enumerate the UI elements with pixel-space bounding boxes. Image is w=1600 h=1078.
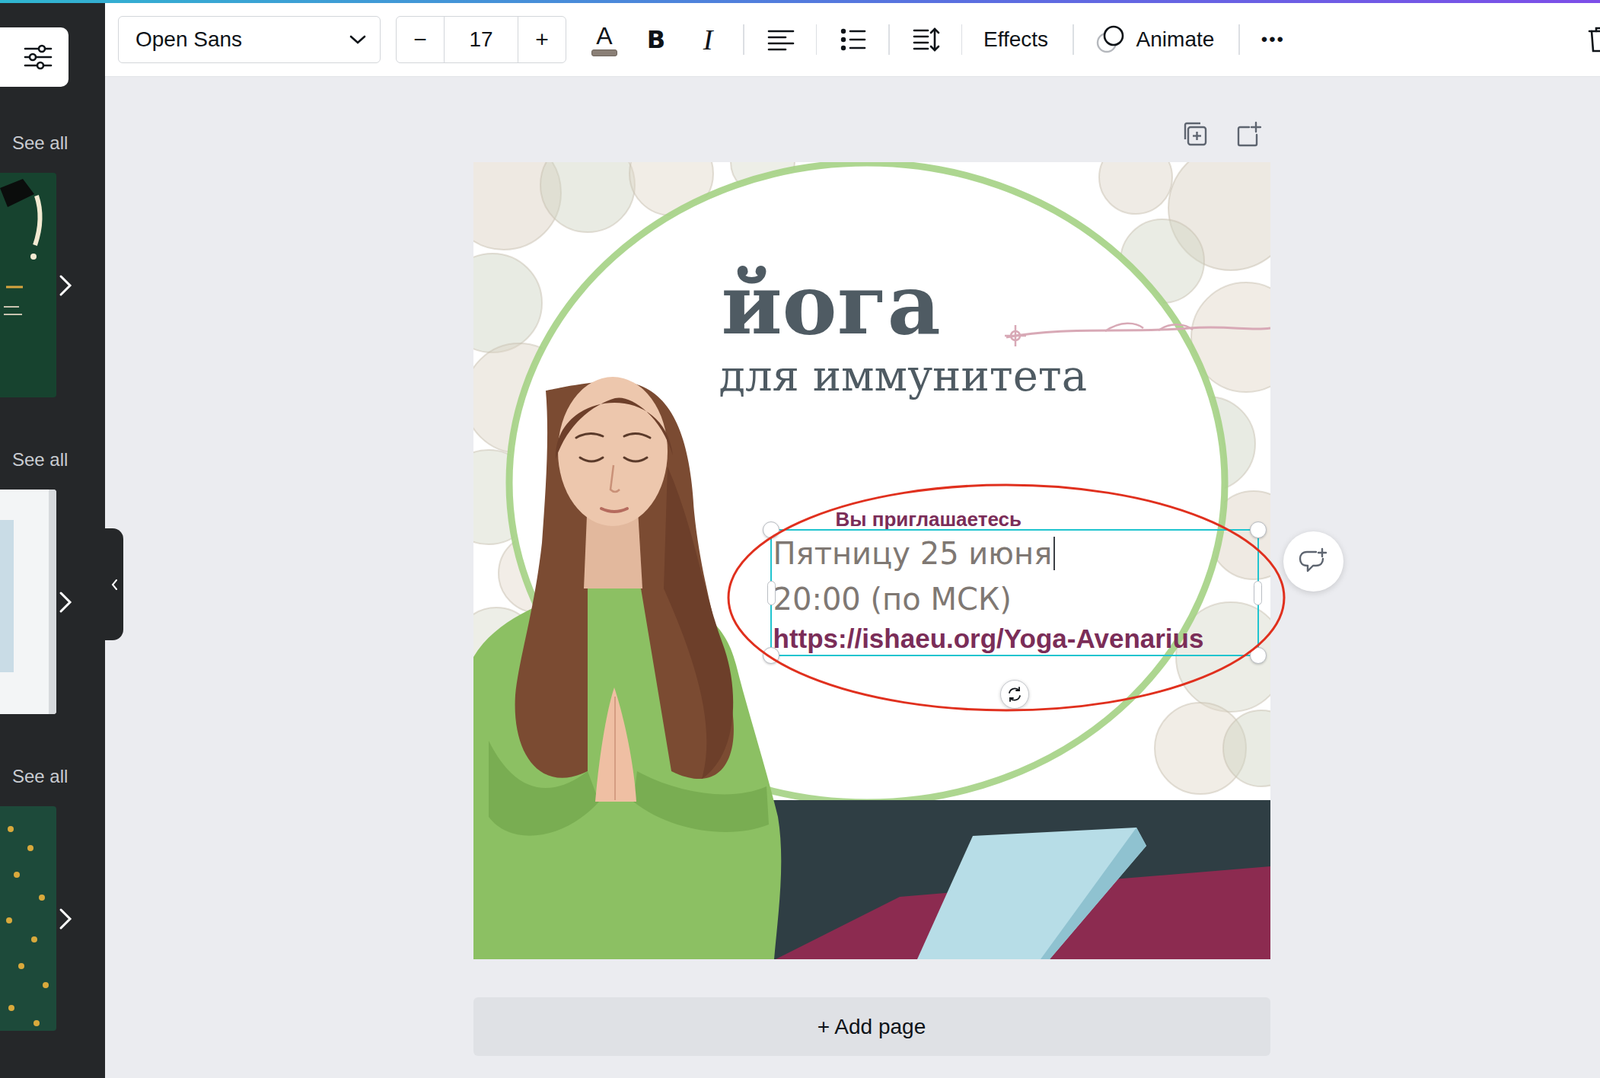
canvas-area: йога для иммунитета Вы приглашаетесьПятниц… bbox=[105, 76, 1600, 1078]
page-tools bbox=[473, 121, 1271, 149]
add-comment-button[interactable] bbox=[1283, 531, 1344, 592]
chevron-right-icon[interactable] bbox=[58, 590, 73, 614]
increase-size-button[interactable]: + bbox=[518, 16, 566, 63]
font-size-control: −17+ bbox=[395, 15, 567, 64]
graduation-thumbnail-icon bbox=[0, 172, 57, 398]
italic-button[interactable]: I bbox=[686, 18, 730, 61]
delete-button[interactable] bbox=[1587, 25, 1600, 54]
template-section: See all bbox=[0, 444, 106, 762]
bold-button[interactable]: B bbox=[634, 18, 678, 61]
sliders-icon bbox=[23, 44, 53, 71]
text-caret bbox=[1053, 536, 1055, 571]
page-wrapper: йога для иммунитета Вы приглашаетесьПятниц… bbox=[473, 162, 1271, 960]
resize-handle[interactable] bbox=[762, 521, 780, 539]
template-thumbnail[interactable] bbox=[0, 489, 57, 714]
toolbar-separator bbox=[742, 24, 745, 55]
side-handle[interactable] bbox=[1253, 580, 1263, 606]
trash-icon bbox=[1587, 25, 1600, 54]
font-dropdown[interactable]: Open Sans bbox=[117, 15, 381, 64]
sidebar: See all See all See all bbox=[0, 3, 106, 1078]
template-thumbnail[interactable] bbox=[0, 806, 57, 1031]
text-toolbar: Open Sans−17+ABIEffectsAnimate••• bbox=[105, 3, 1600, 77]
chevron-right-icon[interactable] bbox=[58, 907, 73, 931]
red-ellipse-annotation bbox=[717, 479, 1296, 716]
see-all-link[interactable]: See all bbox=[0, 761, 106, 792]
event-detail-line[interactable]: 20:00 (по МСК) bbox=[773, 576, 1258, 622]
toolbar-separator bbox=[888, 24, 890, 55]
photo-thumbnail-icon bbox=[0, 489, 57, 714]
design-subtitle[interactable]: для иммунитета bbox=[719, 354, 1088, 398]
toolbar-separator bbox=[815, 24, 818, 55]
chevron-right-icon[interactable] bbox=[58, 274, 73, 297]
thumbnail-row bbox=[0, 806, 106, 1031]
align-button[interactable] bbox=[759, 18, 803, 61]
dots-thumbnail-icon bbox=[0, 806, 57, 1031]
animate-icon bbox=[1095, 25, 1126, 55]
duplicate-icon bbox=[1182, 121, 1208, 147]
side-handle[interactable] bbox=[767, 580, 776, 606]
resize-handle[interactable] bbox=[762, 647, 780, 664]
see-all-link[interactable]: See all bbox=[0, 444, 106, 475]
more-button[interactable]: ••• bbox=[1250, 18, 1296, 61]
template-section: See all bbox=[0, 127, 106, 445]
line-spacing-icon bbox=[912, 26, 941, 53]
add-page-icon-button[interactable] bbox=[1235, 121, 1262, 149]
text-color-button[interactable]: A bbox=[583, 18, 626, 61]
thumbnail-row bbox=[0, 172, 106, 398]
align-left-icon bbox=[767, 28, 795, 51]
filter-button[interactable] bbox=[0, 27, 69, 87]
design-invite-text[interactable]: Вы приглашаетесь bbox=[835, 509, 1022, 530]
rotate-icon bbox=[1006, 685, 1024, 703]
decrease-size-button[interactable]: − bbox=[396, 16, 444, 63]
add-page-button[interactable]: + Add page bbox=[473, 997, 1271, 1056]
toolbar-separator bbox=[1072, 24, 1075, 55]
thumbnail-row bbox=[0, 489, 106, 714]
event-link[interactable]: https://ishaeu.org/Yoga-Avenarius bbox=[773, 621, 1258, 655]
color-bar bbox=[591, 49, 618, 57]
toolbar-separator bbox=[961, 24, 963, 55]
add-page-icon bbox=[1235, 121, 1262, 147]
chevron-down-icon bbox=[349, 34, 367, 45]
editor-main: See allSee allSee allOpen Sans−17+ABIEff… bbox=[0, 3, 1600, 1078]
collapse-sidebar-button[interactable] bbox=[105, 528, 124, 641]
spacing-button[interactable] bbox=[905, 18, 948, 61]
template-section: See all bbox=[0, 761, 106, 1078]
design-page: йога для иммунитета Вы приглашаетесьПятниц… bbox=[473, 162, 1271, 960]
font-size-input[interactable]: 17 bbox=[443, 16, 519, 63]
event-detail-line[interactable]: Пятницу 25 июня bbox=[773, 530, 1258, 577]
toolbar-separator bbox=[1238, 24, 1240, 55]
effects-button[interactable]: Effects bbox=[972, 18, 1059, 61]
see-all-link[interactable]: See all bbox=[0, 127, 106, 159]
comment-plus-icon bbox=[1297, 547, 1329, 577]
rotate-handle[interactable] bbox=[1000, 679, 1030, 709]
selected-text-box[interactable]: Пятницу 25 июня20:00 (по МСК)https://ish… bbox=[771, 530, 1258, 655]
bullet-list-icon bbox=[840, 28, 867, 51]
design-title[interactable]: йога bbox=[721, 263, 941, 346]
chevron-left-icon bbox=[110, 577, 118, 592]
duplicate-page-button[interactable] bbox=[1182, 121, 1208, 149]
template-thumbnail[interactable] bbox=[0, 172, 57, 398]
animate-button[interactable]: Animate bbox=[1084, 18, 1226, 61]
canva-editor: See allSee allSee allOpen Sans−17+ABIEff… bbox=[0, 0, 1600, 1078]
workspace: Open Sans−17+ABIEffectsAnimate•••йогадля… bbox=[105, 3, 1600, 1078]
list-button[interactable] bbox=[831, 18, 875, 61]
resize-handle[interactable] bbox=[1249, 521, 1267, 539]
resize-handle[interactable] bbox=[1249, 647, 1267, 664]
